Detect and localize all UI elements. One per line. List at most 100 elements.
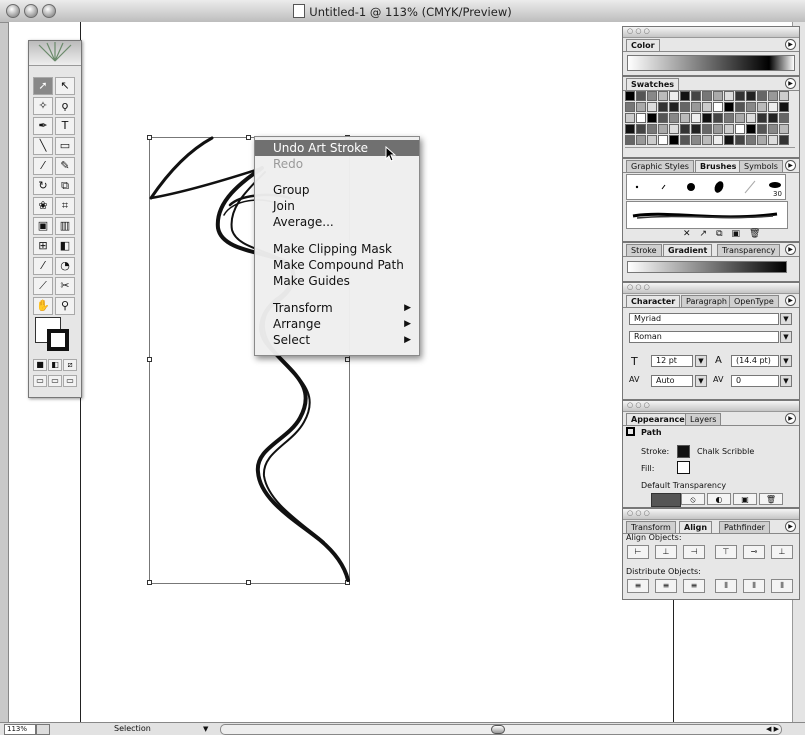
align-right-button[interactable]: ⊣ xyxy=(683,545,705,559)
color-swatch[interactable] xyxy=(658,135,668,145)
color-swatch[interactable] xyxy=(746,113,756,123)
color-swatch[interactable] xyxy=(647,91,657,101)
color-swatch[interactable] xyxy=(768,124,778,134)
status-menu-arrow-icon[interactable]: ▼ xyxy=(203,725,208,733)
stroke-brush-name[interactable]: Chalk Scribble xyxy=(697,447,754,456)
status-mode-label[interactable]: Selection xyxy=(114,724,151,733)
color-swatch[interactable] xyxy=(768,91,778,101)
menu-item-make-clipping-mask[interactable]: Make Clipping Mask xyxy=(255,241,419,257)
color-swatch[interactable] xyxy=(735,102,745,112)
tab-swatches[interactable]: Swatches xyxy=(626,78,679,90)
panel-menu-icon[interactable]: ▶ xyxy=(785,521,796,532)
lasso-tool-icon[interactable]: ϙ xyxy=(55,97,75,115)
distribute-right-button[interactable]: ⫴ xyxy=(771,579,793,593)
color-swatch[interactable] xyxy=(625,91,635,101)
color-swatch[interactable] xyxy=(691,91,701,101)
fill-swatch[interactable] xyxy=(677,461,690,474)
tab-graphic-styles[interactable]: Graphic Styles xyxy=(626,160,694,172)
reduce-to-basic-appearance-button[interactable]: ⦸ xyxy=(681,493,705,505)
color-swatch[interactable] xyxy=(724,124,734,134)
tab-stroke[interactable]: Stroke xyxy=(626,244,662,256)
tab-paragraph[interactable]: Paragraph xyxy=(681,295,732,307)
color-swatch[interactable] xyxy=(636,135,646,145)
tab-align[interactable]: Align xyxy=(679,521,713,533)
color-swatch[interactable] xyxy=(757,91,767,101)
stroke-swatch[interactable] xyxy=(677,445,690,458)
panel-menu-icon[interactable]: ▶ xyxy=(785,160,796,171)
art-brush-chalk-scribble[interactable] xyxy=(626,201,788,229)
panel-menu-icon[interactable]: ▶ xyxy=(785,244,796,255)
color-swatch[interactable] xyxy=(724,113,734,123)
calligraphic-brushes-row[interactable] xyxy=(626,174,786,200)
distribute-horizontal-center-button[interactable]: ⫴ xyxy=(743,579,765,593)
color-swatch[interactable] xyxy=(636,113,646,123)
color-swatch[interactable] xyxy=(702,124,712,134)
color-swatch[interactable] xyxy=(669,113,679,123)
color-swatch[interactable] xyxy=(680,113,690,123)
swatch-grid[interactable] xyxy=(625,91,789,147)
color-swatch[interactable] xyxy=(669,135,679,145)
stroke-color-swatch[interactable] xyxy=(47,329,69,351)
color-swatch[interactable] xyxy=(746,102,756,112)
panel-menu-icon[interactable]: ▶ xyxy=(785,39,796,50)
color-swatch[interactable] xyxy=(702,91,712,101)
color-swatch[interactable] xyxy=(669,91,679,101)
color-swatch[interactable] xyxy=(680,102,690,112)
color-swatch[interactable] xyxy=(713,102,723,112)
leading-dropdown[interactable]: ▼ xyxy=(780,355,792,367)
zoom-dropdown[interactable] xyxy=(36,724,50,735)
tab-gradient[interactable]: Gradient xyxy=(663,244,713,256)
font-family-field[interactable]: Myriad xyxy=(629,313,779,325)
full-screen-mode-icon[interactable]: ▭ xyxy=(63,375,77,387)
menu-item-arrange[interactable]: Arrange ▶ xyxy=(255,316,419,332)
color-swatch[interactable] xyxy=(691,135,701,145)
align-left-button[interactable]: ⊢ xyxy=(627,545,649,559)
tracking-field[interactable]: 0 xyxy=(731,375,779,387)
color-swatch[interactable] xyxy=(691,102,701,112)
color-spectrum-ramp[interactable] xyxy=(627,55,795,71)
tab-brushes[interactable]: Brushes xyxy=(695,160,742,172)
distribute-vertical-center-button[interactable]: ≡ xyxy=(655,579,677,593)
graph-tool-icon[interactable]: ▥ xyxy=(55,217,75,235)
panel-menu-icon[interactable]: ▶ xyxy=(785,413,796,424)
direct-selection-tool-icon[interactable]: ↖ xyxy=(55,77,75,95)
color-swatch[interactable] xyxy=(779,124,789,134)
color-swatch[interactable] xyxy=(779,102,789,112)
color-swatch[interactable] xyxy=(680,91,690,101)
symbol-sprayer-tool-icon[interactable]: ▣ xyxy=(33,217,53,235)
color-swatch[interactable] xyxy=(713,113,723,123)
tab-symbols[interactable]: Symbols xyxy=(739,160,783,172)
menu-item-select[interactable]: Select ▶ xyxy=(255,332,419,348)
color-swatch[interactable] xyxy=(768,113,778,123)
color-swatch[interactable] xyxy=(779,135,789,145)
horizontal-scrollbar[interactable]: ◀ ▶ xyxy=(220,724,782,735)
color-swatch[interactable] xyxy=(625,124,635,134)
color-swatch[interactable] xyxy=(735,135,745,145)
mesh-tool-icon[interactable]: ⊞ xyxy=(33,237,53,255)
tab-appearance[interactable]: Appearance xyxy=(626,413,690,425)
color-swatch[interactable] xyxy=(669,124,679,134)
menu-item-join[interactable]: Join xyxy=(255,198,419,214)
blend-tool-icon[interactable]: ◔ xyxy=(55,257,75,275)
color-swatch[interactable] xyxy=(757,113,767,123)
color-swatch[interactable] xyxy=(757,124,767,134)
new-art-maintains-appearance-button[interactable] xyxy=(651,493,681,507)
color-swatch[interactable] xyxy=(625,135,635,145)
color-swatch[interactable] xyxy=(680,135,690,145)
color-swatch[interactable] xyxy=(647,102,657,112)
panel-menu-icon[interactable]: ▶ xyxy=(785,295,796,306)
color-swatch[interactable] xyxy=(658,91,668,101)
kerning-field[interactable]: Auto xyxy=(651,375,693,387)
rectangle-tool-icon[interactable]: ▭ xyxy=(55,137,75,155)
color-swatch[interactable] xyxy=(779,91,789,101)
zoom-tool-icon[interactable]: ⚲ xyxy=(55,297,75,315)
gradient-tool-icon[interactable]: ◧ xyxy=(55,237,75,255)
color-swatch[interactable] xyxy=(757,102,767,112)
color-swatch[interactable] xyxy=(658,102,668,112)
panel-titlebar[interactable]: ○ ○ ○ xyxy=(623,401,799,412)
tab-pathfinder[interactable]: Pathfinder xyxy=(719,521,770,533)
hand-tool-icon[interactable]: ✋ xyxy=(33,297,53,315)
color-swatch[interactable] xyxy=(669,102,679,112)
tab-color[interactable]: Color xyxy=(626,39,660,51)
color-swatch[interactable] xyxy=(724,102,734,112)
